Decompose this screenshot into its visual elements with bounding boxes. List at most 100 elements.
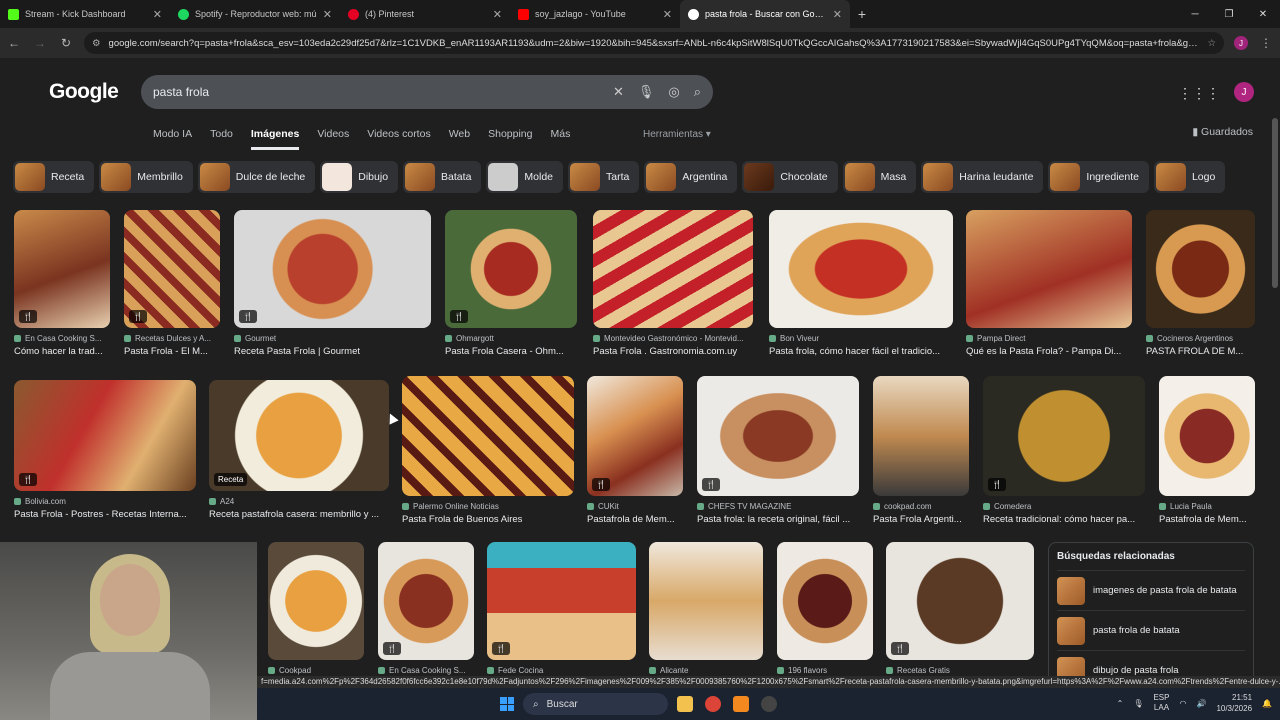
image-result[interactable]: 🍴 CHEFS TV MAGAZINE Pasta frola: la rece… <box>697 376 859 525</box>
bookmark-star-icon[interactable]: ☆ <box>1207 38 1216 49</box>
chip-dibujo[interactable]: Dibujo <box>320 161 399 193</box>
browser-tab[interactable]: Spotify - Reproductor web: mú ✕ <box>170 0 340 28</box>
close-icon[interactable]: ✕ <box>493 8 502 21</box>
apps-grid-icon[interactable]: ⋮⋮⋮ <box>1178 85 1220 102</box>
browser-tab[interactable]: Stream - Kick Dashboard ✕ <box>0 0 170 28</box>
account-avatar[interactable]: J <box>1234 82 1254 102</box>
chevron-up-icon[interactable]: ⌃ <box>1117 699 1124 708</box>
result-image[interactable]: 🍴 <box>886 542 1034 660</box>
notification-icon[interactable]: 🔔 <box>1262 699 1272 708</box>
back-icon[interactable]: ← <box>6 36 22 50</box>
result-image[interactable] <box>1159 376 1255 496</box>
result-image[interactable] <box>769 210 953 328</box>
chip-logo[interactable]: Logo <box>1153 161 1226 193</box>
browser-tab[interactable]: soy_jazlago - YouTube ✕ <box>510 0 680 28</box>
image-result[interactable]: Palermo Online Noticias Pasta Frola de B… <box>402 376 574 525</box>
result-image[interactable]: 🍴 <box>983 376 1145 496</box>
image-result[interactable]: Montevideo Gastronómico - Montevid... Pa… <box>593 210 753 357</box>
result-image[interactable]: 🍴 <box>487 542 636 660</box>
image-result[interactable]: 🍴 Bolivia.com Pasta Frola - Postres - Re… <box>14 380 196 520</box>
result-image[interactable]: 🍴 <box>234 210 431 328</box>
close-window-icon[interactable]: ✕ <box>1246 0 1280 28</box>
windows-start-icon[interactable] <box>500 697 514 711</box>
site-info-icon[interactable]: ⚙ <box>92 38 101 49</box>
tab-web[interactable]: Web <box>449 128 470 150</box>
image-result[interactable]: 🍴 Gourmet Receta Pasta Frola | Gourmet <box>234 210 431 357</box>
image-result[interactable]: Pampa Direct Qué es la Pasta Frola? - Pa… <box>966 210 1132 357</box>
image-result[interactable]: 196 flavors <box>777 542 873 675</box>
taskbar-search[interactable]: ⌕ Buscar <box>523 693 668 715</box>
related-search-item[interactable]: pasta frola de batata <box>1057 610 1245 650</box>
close-icon[interactable]: ✕ <box>833 8 842 21</box>
restore-icon[interactable]: ❐ <box>1212 0 1246 28</box>
result-image[interactable]: 🍴 <box>14 210 110 328</box>
result-image[interactable] <box>593 210 753 328</box>
image-result[interactable]: 🍴 Recetas Gratis <box>886 542 1034 675</box>
minimize-icon[interactable]: ─ <box>1178 0 1212 28</box>
close-icon[interactable]: ✕ <box>323 8 332 21</box>
browser-profile-avatar[interactable]: J <box>1234 36 1248 50</box>
close-icon[interactable]: ✕ <box>153 8 162 21</box>
page-scrollbar[interactable] <box>1272 118 1278 288</box>
chrome-icon[interactable] <box>705 696 721 712</box>
image-result[interactable]: 🍴 CUKit Pastafrola de Mem... <box>587 376 683 525</box>
chip-masa[interactable]: Masa <box>842 161 917 193</box>
tab-shopping[interactable]: Shopping <box>488 128 532 150</box>
chip-receta[interactable]: Receta <box>13 161 95 193</box>
result-image[interactable] <box>777 542 873 660</box>
chip-tarta[interactable]: Tarta <box>568 161 640 193</box>
vlc-icon[interactable] <box>733 696 749 712</box>
file-explorer-icon[interactable] <box>677 696 693 712</box>
image-result[interactable]: cookpad.com Pasta Frola Argenti... <box>873 376 969 525</box>
obs-icon[interactable] <box>761 696 777 712</box>
chip-argentina[interactable]: Argentina <box>644 161 738 193</box>
result-image[interactable] <box>402 376 574 496</box>
image-result[interactable]: Lucia Paula Pastafrola de Mem... <box>1159 376 1255 525</box>
new-tab-button[interactable]: + <box>850 0 874 28</box>
related-search-item[interactable]: imagenes de pasta frola de batata <box>1057 570 1245 610</box>
image-result[interactable]: Receta A24 Receta pastafrola casera: mem… <box>209 380 389 520</box>
image-result[interactable]: Bon Viveur Pasta frola, cómo hacer fácil… <box>769 210 953 357</box>
keyboard-layout[interactable]: ESP LAA <box>1153 693 1169 713</box>
result-image[interactable] <box>649 542 763 660</box>
image-result[interactable]: 🍴 Comedera Receta tradicional: cómo hace… <box>983 376 1145 525</box>
microphone-icon[interactable]: 🎙 <box>1133 699 1143 708</box>
google-logo[interactable]: Google <box>49 80 119 104</box>
wifi-icon[interactable]: ◠ <box>1179 699 1186 708</box>
search-input[interactable] <box>153 85 599 99</box>
search-icon[interactable]: ⌕ <box>694 84 701 100</box>
volume-icon[interactable]: 🔊 <box>1196 699 1206 708</box>
result-image[interactable] <box>268 542 364 660</box>
result-image[interactable]: 🍴 <box>14 380 196 491</box>
clear-icon[interactable]: ✕ <box>613 84 624 100</box>
image-result[interactable]: Cookpad <box>268 542 364 675</box>
result-image[interactable] <box>873 376 969 496</box>
chip-chocolate[interactable]: Chocolate <box>742 161 838 193</box>
clock[interactable]: 21:51 10/3/2026 <box>1216 692 1252 714</box>
tools-button[interactable]: Herramientas ▾ <box>643 129 711 140</box>
close-icon[interactable]: ✕ <box>663 8 672 21</box>
tab-imagenes[interactable]: Imágenes <box>250 128 300 150</box>
browser-tab-active[interactable]: pasta frola - Buscar con Google ✕ <box>680 0 850 28</box>
lens-icon[interactable]: ◎ <box>668 84 679 100</box>
result-image[interactable]: 🍴 <box>587 376 683 496</box>
browser-tab[interactable]: (4) Pinterest ✕ <box>340 0 510 28</box>
chip-ingrediente[interactable]: Ingrediente <box>1048 161 1149 193</box>
result-image[interactable]: 🍴 <box>697 376 859 496</box>
result-image[interactable]: Receta <box>209 380 389 491</box>
result-image[interactable]: 🍴 <box>378 542 474 660</box>
chip-harina-leudante[interactable]: Harina leudante <box>921 161 1044 193</box>
result-image[interactable] <box>966 210 1132 328</box>
forward-icon[interactable]: → <box>32 36 48 50</box>
microphone-icon[interactable]: 🎙 <box>638 84 655 100</box>
saved-button[interactable]: ▮ Guardados <box>1192 126 1253 138</box>
chip-dulce-de-leche[interactable]: Dulce de leche <box>197 161 316 193</box>
image-result[interactable]: 🍴 Fede Cocina <box>487 542 636 675</box>
result-image[interactable]: 🍴 <box>445 210 577 328</box>
tab-videos-cortos[interactable]: Videos cortos <box>367 128 430 150</box>
url-field[interactable]: ⚙ google.com/search?q=pasta+frola&sca_es… <box>84 32 1224 54</box>
result-image[interactable]: 🍴 <box>124 210 220 328</box>
tab-videos[interactable]: Videos <box>317 128 349 150</box>
image-result[interactable]: Cocineros Argentinos PASTA FROLA DE M... <box>1146 210 1255 357</box>
image-result[interactable]: 🍴 En Casa Cooking S... Cómo hacer la tra… <box>14 210 110 357</box>
